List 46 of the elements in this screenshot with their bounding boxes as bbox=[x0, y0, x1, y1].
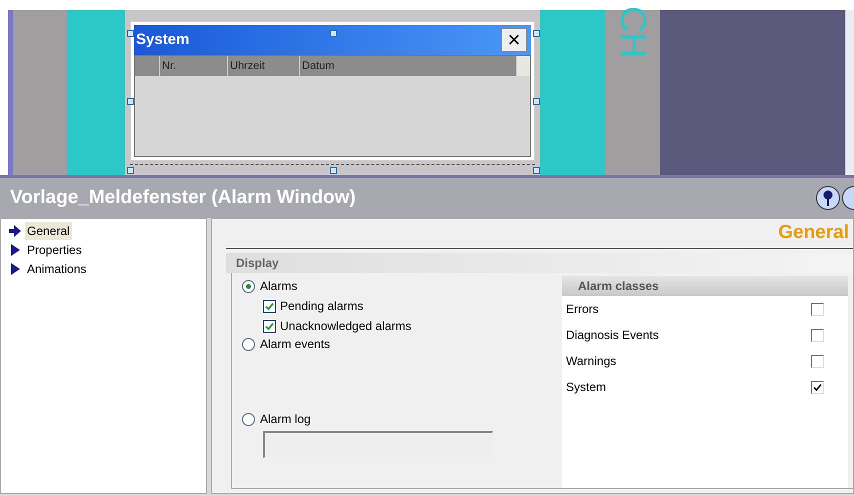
radio-label: Alarm log bbox=[260, 411, 311, 428]
radio-label: Alarms bbox=[260, 278, 298, 295]
selection-handle[interactable] bbox=[330, 167, 337, 174]
selection-handle[interactable] bbox=[127, 167, 134, 174]
scrollbar[interactable] bbox=[845, 10, 854, 175]
section-title: General bbox=[778, 221, 850, 246]
nav-item[interactable]: Properties bbox=[25, 241, 84, 259]
selection-handle[interactable] bbox=[330, 30, 337, 37]
alarm-window[interactable]: System × Nr. Uhrzeit Datum bbox=[130, 21, 535, 161]
selection-handle[interactable] bbox=[533, 30, 540, 37]
radio-button[interactable] bbox=[242, 338, 255, 350]
selection-handle[interactable] bbox=[533, 98, 540, 105]
nav-item[interactable]: Animations bbox=[25, 260, 88, 278]
checkbox[interactable] bbox=[811, 380, 824, 394]
checkbox[interactable] bbox=[811, 328, 824, 342]
column-header[interactable]: Uhrzeit bbox=[228, 56, 300, 76]
column-header[interactable]: Datum bbox=[300, 56, 517, 76]
group-title: Display bbox=[236, 255, 279, 272]
class-label: Errors bbox=[566, 301, 599, 318]
selection-handle[interactable] bbox=[127, 98, 134, 105]
radio-button[interactable] bbox=[242, 280, 255, 292]
selection-handle[interactable] bbox=[533, 167, 540, 174]
checkbox-label: Unacknowledged alarms bbox=[280, 318, 412, 335]
checkbox[interactable] bbox=[263, 320, 276, 332]
list-header: Alarm classes bbox=[578, 278, 659, 295]
class-label: Diagnosis Events bbox=[566, 327, 659, 344]
triangle-icon bbox=[9, 263, 21, 275]
arrow-icon bbox=[9, 225, 21, 237]
class-label: System bbox=[566, 379, 606, 396]
class-label: Warnings bbox=[566, 353, 616, 370]
selection-handle[interactable] bbox=[127, 30, 134, 37]
checkbox[interactable] bbox=[811, 354, 824, 368]
triangle-icon bbox=[9, 244, 21, 256]
nav-item[interactable]: General bbox=[25, 222, 72, 240]
column-header[interactable]: Nr. bbox=[160, 56, 228, 76]
table-header-cell bbox=[135, 56, 160, 76]
radio-label: Alarm events bbox=[260, 336, 330, 353]
checkbox-label: Pending alarms bbox=[280, 298, 364, 315]
checkbox[interactable] bbox=[263, 300, 276, 312]
vertical-label: CH bbox=[614, 6, 650, 58]
close-button[interactable]: × bbox=[501, 28, 527, 52]
checkbox[interactable] bbox=[811, 302, 824, 316]
pin-icon[interactable] bbox=[816, 186, 840, 210]
window-title: System bbox=[136, 30, 190, 50]
panel-title: Vorlage_Meldefenster (Alarm Window) bbox=[10, 186, 356, 210]
radio-button[interactable] bbox=[242, 412, 255, 426]
